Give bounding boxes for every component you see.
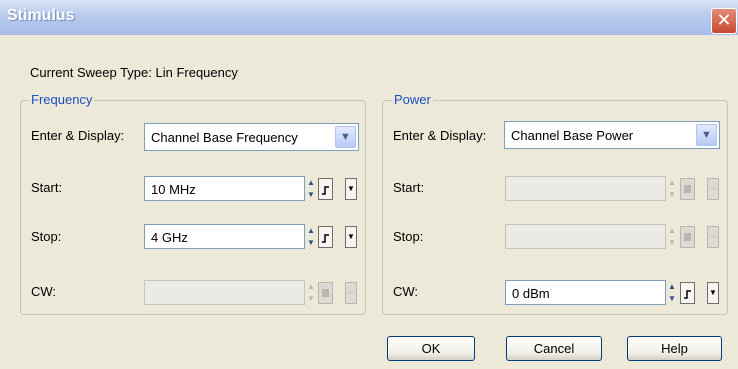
step-icon xyxy=(684,185,691,193)
power-start-input xyxy=(505,176,666,201)
frequency-cw-dropdown: — xyxy=(345,282,357,304)
power-start-dropdown: — xyxy=(707,178,719,200)
step-icon xyxy=(322,289,329,297)
chevron-down-icon[interactable]: ▼ xyxy=(696,124,717,146)
spin-up-icon: ▲ xyxy=(668,178,676,187)
frequency-cw-step-button xyxy=(318,282,333,304)
power-stop-dropdown: — xyxy=(707,226,719,248)
cancel-button[interactable]: Cancel xyxy=(506,336,602,361)
frequency-stop-input[interactable]: 4 GHz xyxy=(144,224,305,249)
power-cw-dropdown[interactable]: ▼ xyxy=(707,282,719,304)
minus-icon: — xyxy=(347,288,355,297)
frequency-start-label: Start: xyxy=(31,180,63,195)
frequency-stop-spinner[interactable]: ▲ ▼ xyxy=(306,225,316,249)
stimulus-dialog: Stimulus ✕ Current Sweep Type: Lin Frequ… xyxy=(0,0,738,369)
frequency-enter-display-value: Channel Base Frequency xyxy=(151,130,298,145)
frequency-enter-display-select[interactable]: Channel Base Frequency ▼ xyxy=(144,123,359,151)
power-start-step-button xyxy=(680,178,695,200)
power-stop-spinner: ▲ ▼ xyxy=(667,225,677,249)
power-cw-spinner[interactable]: ▲ ▼ xyxy=(667,281,677,305)
power-stop-step-button xyxy=(680,226,695,248)
triangle-down-icon: ▼ xyxy=(709,288,717,297)
power-cw-input[interactable]: 0 dBm xyxy=(505,280,666,305)
spin-down-icon: ▼ xyxy=(668,190,676,199)
power-start-spinner: ▲ ▼ xyxy=(667,177,677,201)
title-bar: Stimulus ✕ xyxy=(0,0,738,35)
power-stop-label: Stop: xyxy=(393,229,424,244)
close-button[interactable]: ✕ xyxy=(711,8,737,34)
frequency-start-spinner[interactable]: ▲ ▼ xyxy=(306,177,316,201)
ok-button[interactable]: OK xyxy=(387,336,475,361)
power-cw-step-button[interactable] xyxy=(680,282,695,304)
power-enter-display-select[interactable]: Channel Base Power ▼ xyxy=(504,121,720,149)
spin-up-icon[interactable]: ▲ xyxy=(306,225,316,237)
spin-down-icon: ▼ xyxy=(307,294,315,303)
step-icon xyxy=(322,234,329,243)
spin-down-icon[interactable]: ▼ xyxy=(667,293,677,305)
step-icon xyxy=(684,290,691,299)
power-start-label: Start: xyxy=(393,180,425,195)
power-enter-display-label: Enter & Display: xyxy=(393,128,487,143)
window-title: Stimulus xyxy=(7,7,75,24)
power-cw-label: CW: xyxy=(393,284,419,299)
close-icon: ✕ xyxy=(716,10,732,30)
frequency-stop-value: 4 GHz xyxy=(151,230,188,245)
spin-up-icon[interactable]: ▲ xyxy=(306,177,316,189)
triangle-down-icon: ▼ xyxy=(347,232,355,241)
triangle-down-icon: ▼ xyxy=(347,184,355,193)
frequency-stop-label: Stop: xyxy=(31,229,62,244)
frequency-start-dropdown[interactable]: ▼ xyxy=(345,178,357,200)
power-group-title: Power xyxy=(392,92,433,107)
power-enter-display-value: Channel Base Power xyxy=(511,128,634,143)
frequency-group-title: Frequency xyxy=(29,92,95,107)
spin-down-icon: ▼ xyxy=(668,238,676,247)
step-icon xyxy=(322,186,329,195)
spin-down-icon[interactable]: ▼ xyxy=(306,189,316,201)
frequency-start-input[interactable]: 10 MHz xyxy=(144,176,305,201)
minus-icon: — xyxy=(709,232,717,241)
spin-up-icon[interactable]: ▲ xyxy=(667,281,677,293)
current-sweep-type-text: Current Sweep Type: Lin Frequency xyxy=(30,65,238,80)
frequency-cw-input xyxy=(144,280,305,305)
frequency-stop-dropdown[interactable]: ▼ xyxy=(345,226,357,248)
frequency-start-value: 10 MHz xyxy=(151,182,196,197)
step-icon xyxy=(684,233,691,241)
spin-up-icon: ▲ xyxy=(668,226,676,235)
spin-down-icon[interactable]: ▼ xyxy=(306,237,316,249)
help-button[interactable]: Help xyxy=(627,336,722,361)
frequency-start-step-button[interactable] xyxy=(318,178,333,200)
power-stop-input xyxy=(505,224,666,249)
chevron-down-icon[interactable]: ▼ xyxy=(335,126,356,148)
frequency-cw-spinner: ▲ ▼ xyxy=(306,281,316,305)
minus-icon: — xyxy=(709,184,717,193)
frequency-stop-step-button[interactable] xyxy=(318,226,333,248)
spin-up-icon: ▲ xyxy=(307,282,315,291)
power-cw-value: 0 dBm xyxy=(512,286,550,301)
frequency-enter-display-label: Enter & Display: xyxy=(31,128,125,143)
frequency-cw-label: CW: xyxy=(31,284,57,299)
